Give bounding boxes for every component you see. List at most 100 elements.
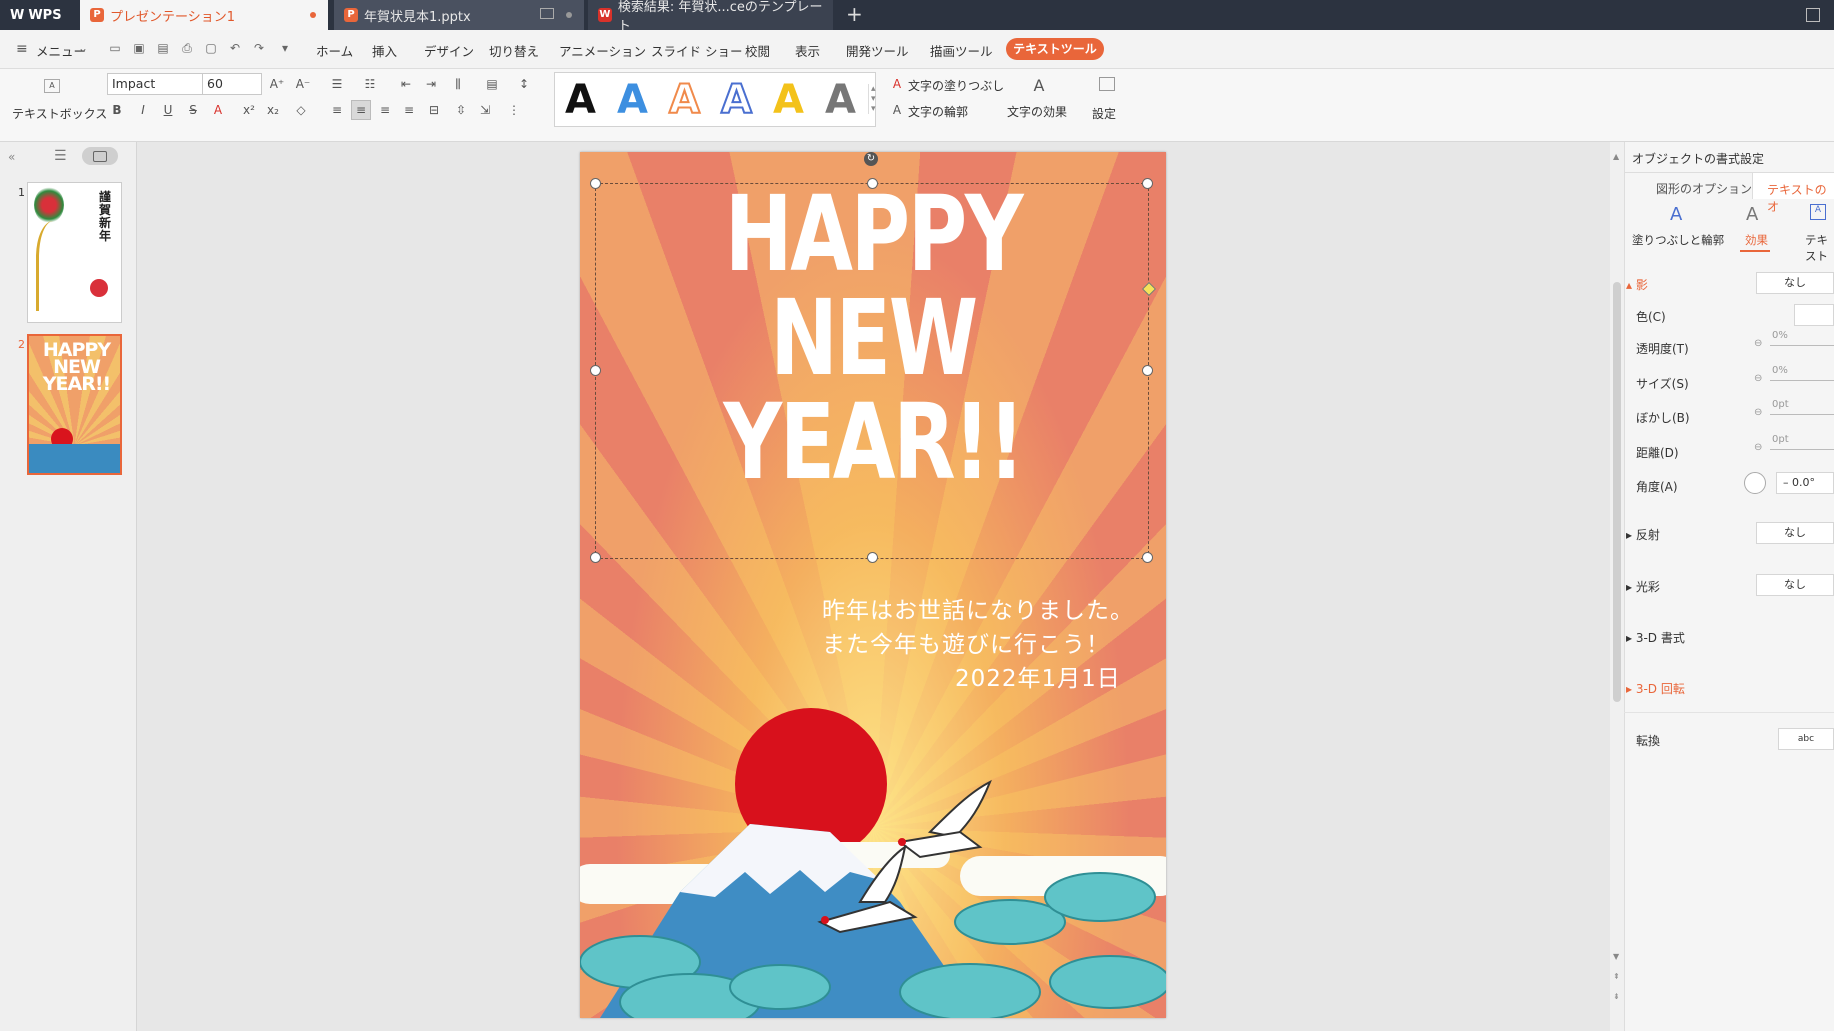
monitor-icon[interactable]	[540, 8, 554, 19]
strikethrough-icon[interactable]: S	[184, 101, 202, 119]
print-icon[interactable]: ⎙	[180, 41, 194, 55]
angle-dial[interactable]	[1744, 472, 1766, 494]
glow-preset-select[interactable]: なし	[1756, 574, 1834, 596]
menu-view[interactable]: 表示	[795, 41, 820, 60]
save-icon[interactable]: ▣	[132, 41, 146, 55]
menu-insert[interactable]: 挿入	[372, 41, 397, 60]
subtab-fill-outline[interactable]: 塗りつぶしと輪郭	[1632, 232, 1724, 248]
transparency-slider[interactable]	[1770, 345, 1834, 346]
bold-icon[interactable]: B	[108, 101, 126, 119]
paragraph-icon[interactable]: ⇲	[476, 101, 494, 119]
resize-handle-e[interactable]	[1142, 365, 1153, 376]
rotation-3d-section-toggle[interactable]: ▸ 3-D 回転	[1626, 680, 1685, 697]
clear-format-icon[interactable]: ◇	[292, 101, 310, 119]
line-spacing-icon[interactable]: ↕	[515, 75, 533, 93]
scroll-thumb[interactable]	[1613, 282, 1621, 702]
distribute-icon[interactable]: ⊟	[425, 101, 443, 119]
menu-text-tools[interactable]: テキストツール	[1006, 38, 1104, 60]
canvas-scrollbar[interactable]: ▲ ▼ ⇞ ⇟	[1610, 142, 1625, 1031]
superscript-icon[interactable]: x²	[240, 101, 258, 119]
shadow-preset-select[interactable]: なし	[1756, 272, 1834, 294]
shadow-section-toggle[interactable]: ▴ 影	[1626, 276, 1648, 293]
font-name-select[interactable]: Impact	[107, 73, 203, 95]
text-effect-dropdown[interactable]: 文字の効果	[1007, 103, 1067, 120]
resize-handle-w[interactable]	[590, 365, 601, 376]
wordart-style-yellow[interactable]: A	[773, 78, 804, 122]
tab-search-results[interactable]: W 検索結果: 年賀状...ceのテンプレート	[588, 0, 833, 34]
align-center-icon[interactable]: ≡	[351, 100, 371, 120]
menu-slideshow[interactable]: スライド ショー	[651, 41, 742, 60]
resize-handle-sw[interactable]	[590, 552, 601, 563]
undo-icon[interactable]: ↶	[228, 41, 242, 55]
transform-select[interactable]: abc	[1778, 728, 1834, 750]
resize-handle-s[interactable]	[867, 552, 878, 563]
effect-icon[interactable]: A	[1746, 204, 1758, 225]
text-outline-dropdown[interactable]: 文字の輪郭	[908, 103, 968, 120]
window-layout-icon[interactable]	[1806, 8, 1820, 22]
text-direction-icon[interactable]: ▤	[483, 75, 501, 93]
pane-title[interactable]: オブジェクトの書式設定	[1632, 150, 1764, 167]
align-left-icon[interactable]: ≡	[328, 101, 346, 119]
gallery-scroll-icon[interactable]: ▴ ▾ ▾	[868, 84, 879, 114]
menu-transitions[interactable]: 切り替え	[489, 41, 539, 60]
new-tab-button[interactable]: +	[846, 2, 863, 26]
vertical-align-icon[interactable]: ⇳	[452, 101, 470, 119]
blur-minus-icon[interactable]: ⊖	[1754, 407, 1762, 418]
chevron-down-icon[interactable]: ⌄	[76, 41, 90, 55]
rotate-handle-icon[interactable]: ↻	[864, 152, 878, 166]
menu-drawing-tools[interactable]: 描画ツール	[930, 41, 993, 60]
tab-nengajo-sample[interactable]: P 年賀状見本1.pptx	[334, 0, 584, 30]
tab-presentation1[interactable]: P プレゼンテーション1	[80, 0, 328, 30]
italic-icon[interactable]: I	[134, 101, 152, 119]
textbox-icon[interactable]: A	[44, 79, 60, 93]
redo-icon[interactable]: ↷	[252, 41, 266, 55]
font-color-icon[interactable]: A	[209, 101, 227, 119]
glow-section-toggle[interactable]: ▸ 光彩	[1626, 578, 1660, 595]
shadow-color-picker[interactable]	[1794, 304, 1834, 326]
justify-icon[interactable]: ≡	[400, 101, 418, 119]
menu-developer[interactable]: 開発ツール	[846, 41, 909, 60]
increase-font-icon[interactable]: A⁺	[268, 75, 286, 93]
settings-icon[interactable]	[1099, 77, 1115, 91]
transparency-minus-icon[interactable]: ⊖	[1754, 338, 1762, 349]
wps-home-tab[interactable]: W WPS	[0, 0, 78, 30]
distance-minus-icon[interactable]: ⊖	[1754, 442, 1762, 453]
subscript-icon[interactable]: x₂	[264, 101, 282, 119]
columns-icon[interactable]: ⫼	[449, 75, 467, 93]
greeting-date[interactable]: 2022年1月1日	[955, 659, 1121, 693]
subtab-effect[interactable]: 効果	[1745, 232, 1768, 248]
wordart-style-orange-outline[interactable]: A	[668, 77, 701, 123]
greeting-line-2[interactable]: また今年も遊びに行こう！	[822, 625, 1110, 659]
size-slider[interactable]	[1770, 380, 1834, 381]
wordart-style-gray[interactable]: A	[825, 78, 856, 122]
increase-indent-icon[interactable]: ⇥	[422, 75, 440, 93]
size-minus-icon[interactable]: ⊖	[1754, 373, 1762, 384]
subtab-textbox[interactable]: テキスト	[1805, 232, 1834, 264]
scroll-up-icon[interactable]: ▲	[1613, 152, 1619, 161]
reflection-section-toggle[interactable]: ▸ 反射	[1626, 526, 1660, 543]
resize-handle-se[interactable]	[1142, 552, 1153, 563]
fill-outline-icon[interactable]: A	[1670, 204, 1682, 225]
scroll-down-icon[interactable]: ▼	[1613, 952, 1619, 961]
next-slide-icon[interactable]: ⇟	[1613, 992, 1620, 1001]
prev-slide-icon[interactable]: ⇞	[1613, 972, 1620, 981]
blur-slider[interactable]	[1770, 414, 1834, 415]
bullet-list-icon[interactable]: ☰	[328, 75, 346, 93]
decrease-indent-icon[interactable]: ⇤	[397, 75, 415, 93]
resize-handle-n[interactable]	[867, 178, 878, 189]
underline-icon[interactable]: U	[159, 101, 177, 119]
wordart-style-blue-outline[interactable]: A	[720, 77, 753, 123]
distance-slider[interactable]	[1770, 449, 1834, 450]
customize-icon[interactable]: ▾	[278, 41, 292, 55]
resize-handle-ne[interactable]	[1142, 178, 1153, 189]
font-size-select[interactable]: 60	[202, 73, 262, 95]
collapse-pane-icon[interactable]: «	[8, 150, 15, 164]
text-box-icon[interactable]: A	[1810, 204, 1826, 220]
list-options-icon[interactable]: ⋮	[505, 101, 523, 119]
wordart-style-blue[interactable]: A	[617, 78, 648, 122]
slide-thumbnail-2[interactable]: HAPPY NEW YEAR!!	[27, 334, 122, 475]
menu-animation[interactable]: アニメーション	[559, 41, 646, 60]
text-outline-icon[interactable]: A	[888, 101, 906, 119]
menu-design[interactable]: デザイン	[424, 41, 474, 60]
tab-text-options[interactable]: テキストのオ	[1752, 172, 1834, 214]
